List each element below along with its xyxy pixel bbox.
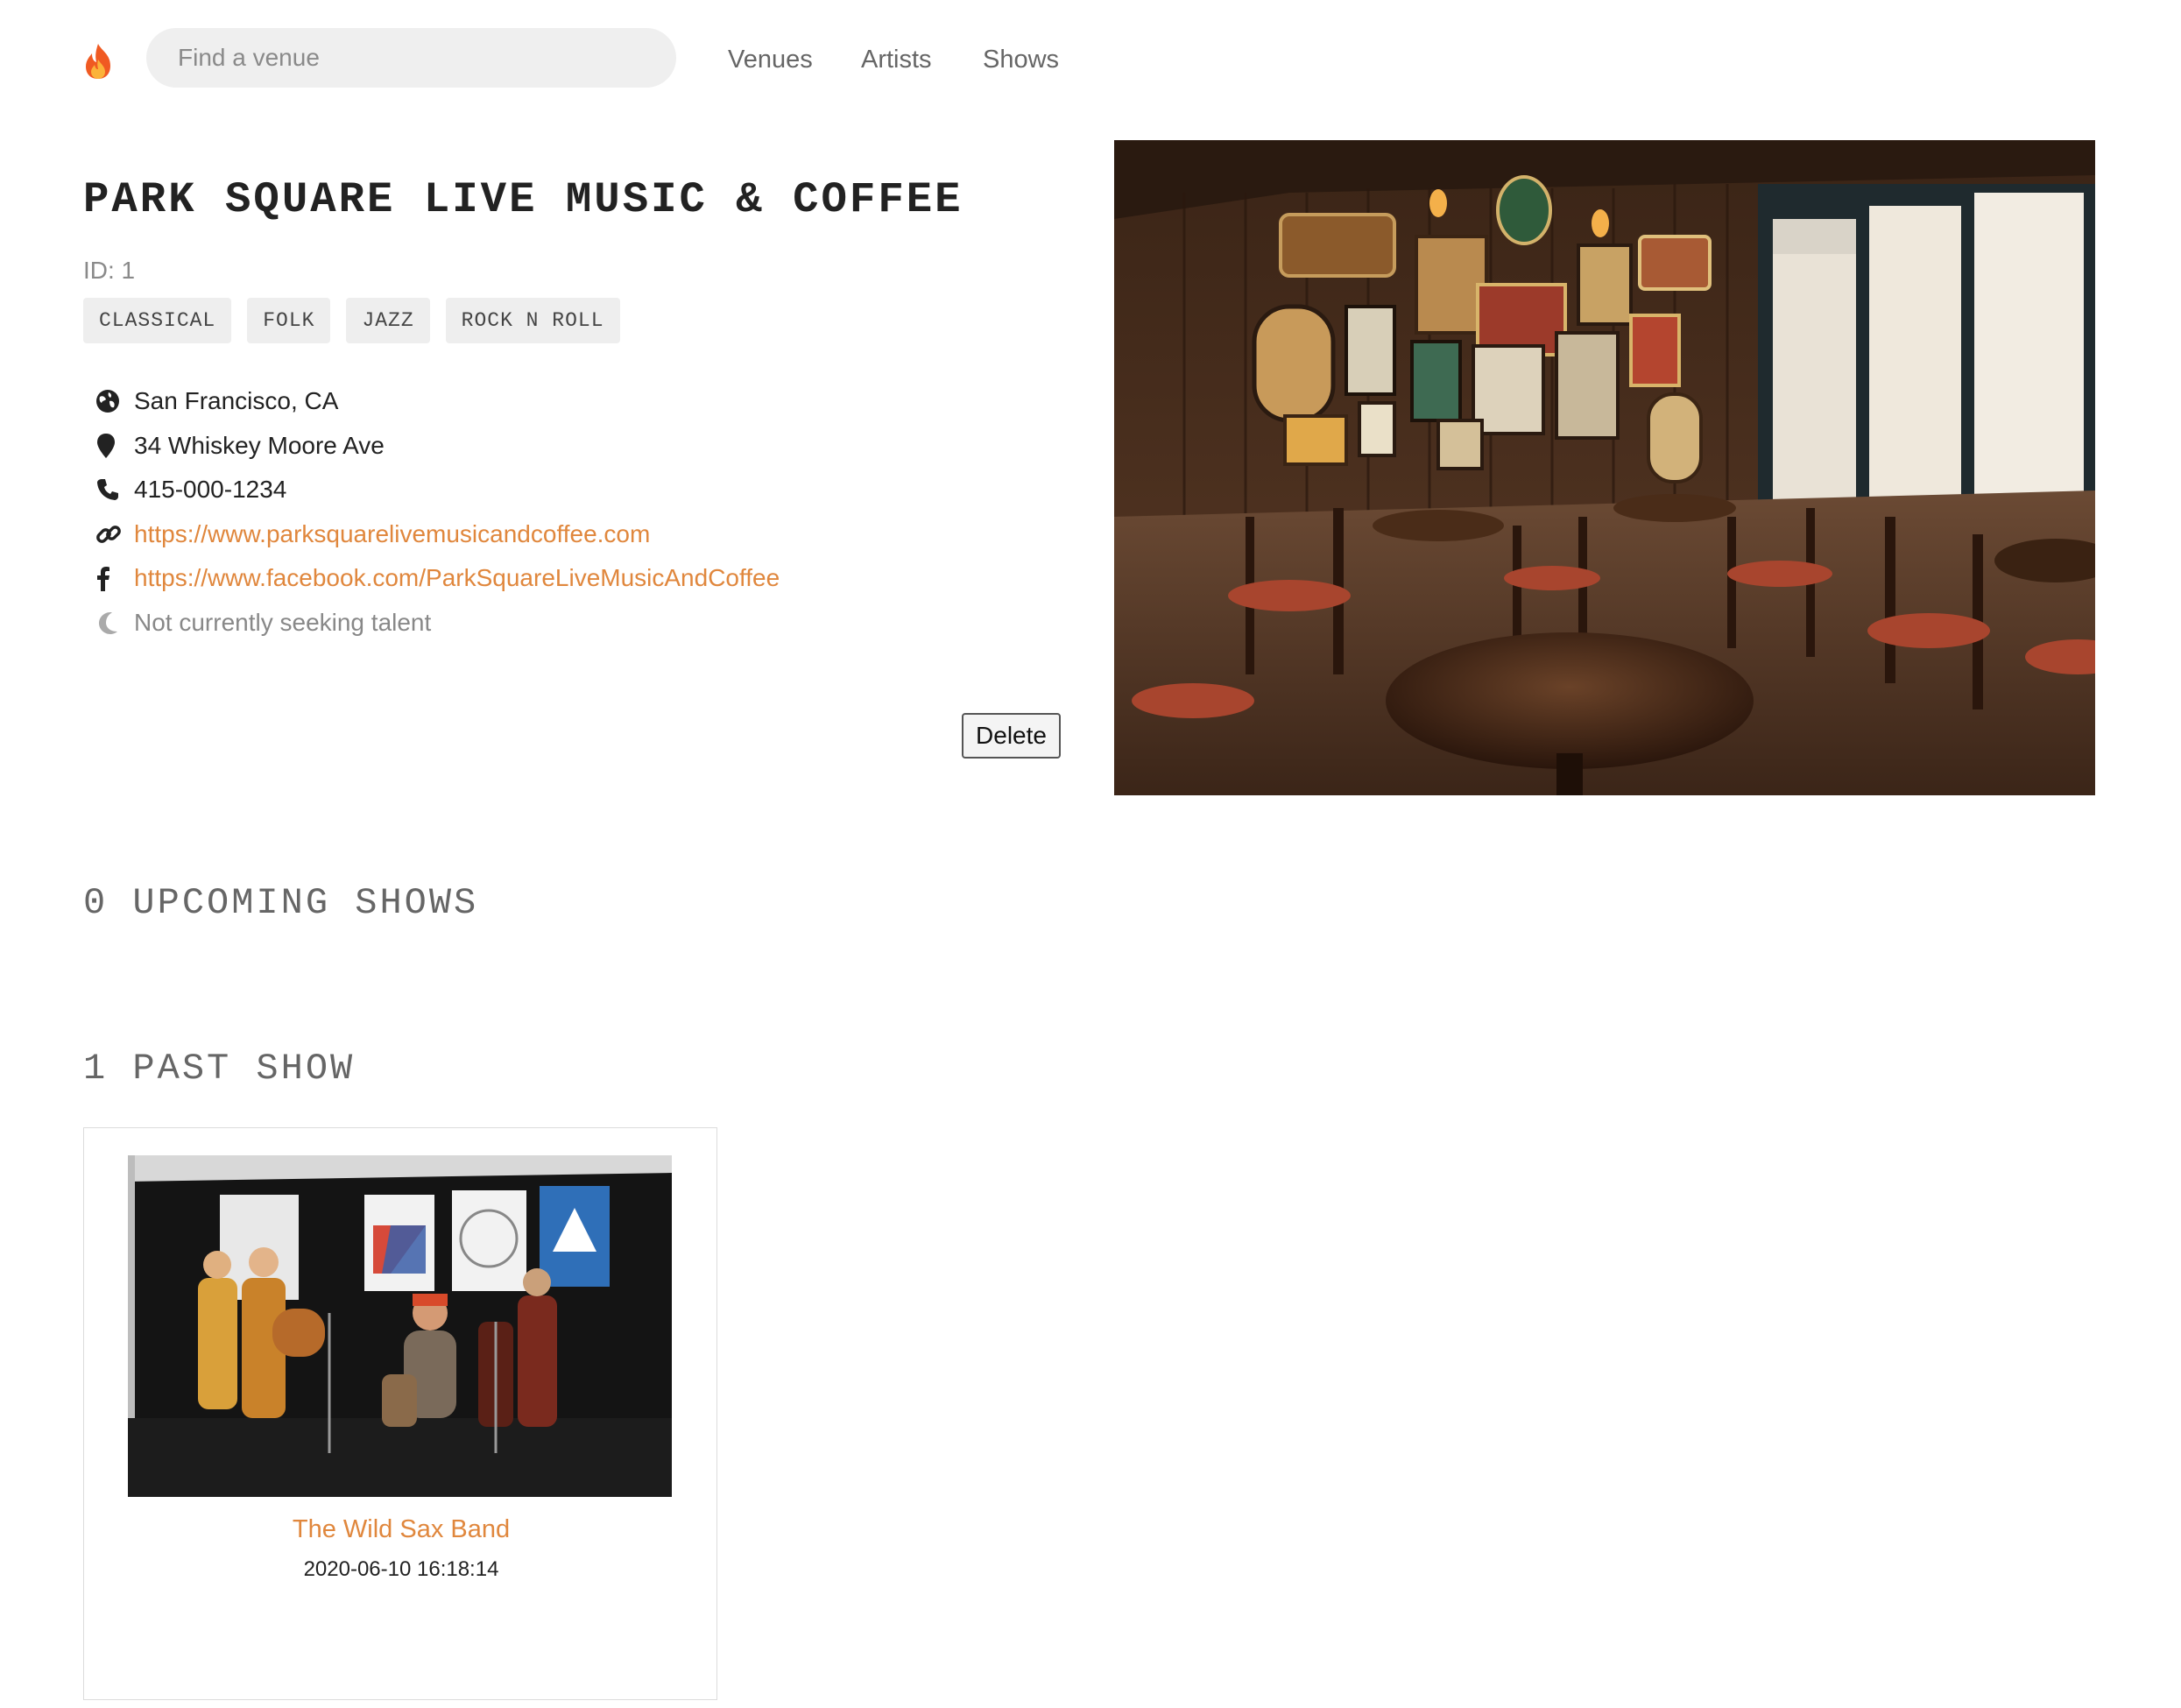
phone-icon <box>83 477 134 502</box>
genre-tag: CLASSICAL <box>83 298 232 343</box>
show-start-time: 2020-06-10 16:18:14 <box>303 1557 499 1581</box>
venue-image <box>1114 140 2095 795</box>
venue-info-list: San Francisco, CA 34 Whiskey Moore Ave 4… <box>83 379 780 645</box>
seeking-status: Not currently seeking talent <box>134 608 432 636</box>
past-shows-heading: 1 PAST SHOW <box>83 1048 356 1090</box>
venue-title: PARK SQUARE LIVE MUSIC & COFFEE <box>83 175 963 224</box>
info-row-seeking: Not currently seeking talent <box>83 601 780 646</box>
map-marker-icon <box>83 433 134 459</box>
logo-flame-icon[interactable] <box>81 42 116 81</box>
venue-facebook-link[interactable]: https://www.facebook.com/ParkSquareLiveM… <box>134 564 780 592</box>
delete-button[interactable]: Delete <box>962 713 1061 759</box>
venue-id: ID: 1 <box>83 257 136 284</box>
show-artist-link[interactable]: The Wild Sax Band <box>84 1515 718 1544</box>
nav-link-venues[interactable]: Venues <box>728 46 813 74</box>
info-row-facebook: https://www.facebook.com/ParkSquareLiveM… <box>83 556 780 601</box>
upcoming-shows-heading: 0 UPCOMING SHOWS <box>83 882 479 924</box>
venue-phone: 415-000-1234 <box>134 476 287 504</box>
search-input[interactable] <box>146 28 676 88</box>
genre-tags: CLASSICAL FOLK JAZZ ROCK N ROLL <box>83 298 620 343</box>
info-row-city: San Francisco, CA <box>83 379 780 424</box>
info-row-address: 34 Whiskey Moore Ave <box>83 424 780 469</box>
genre-tag: FOLK <box>247 298 331 343</box>
globe-icon <box>83 389 134 413</box>
info-row-phone: 415-000-1234 <box>83 468 780 512</box>
moon-icon <box>83 611 134 635</box>
artist-image <box>128 1155 672 1497</box>
nav-link-shows[interactable]: Shows <box>983 46 1059 74</box>
venue-address: 34 Whiskey Moore Ave <box>134 431 385 459</box>
info-row-website: https://www.parksquarelivemusicandcoffee… <box>83 512 780 557</box>
venue-city: San Francisco, CA <box>134 387 339 415</box>
venue-website-link[interactable]: https://www.parksquarelivemusicandcoffee… <box>134 520 650 548</box>
genre-tag: JAZZ <box>346 298 430 343</box>
link-icon <box>83 521 134 547</box>
nav-link-artists[interactable]: Artists <box>861 46 932 74</box>
facebook-icon <box>83 565 134 592</box>
genre-tag: ROCK N ROLL <box>445 298 620 343</box>
past-show-card[interactable]: The Wild Sax Band 2020-06-10 16:18:14 <box>83 1127 717 1700</box>
